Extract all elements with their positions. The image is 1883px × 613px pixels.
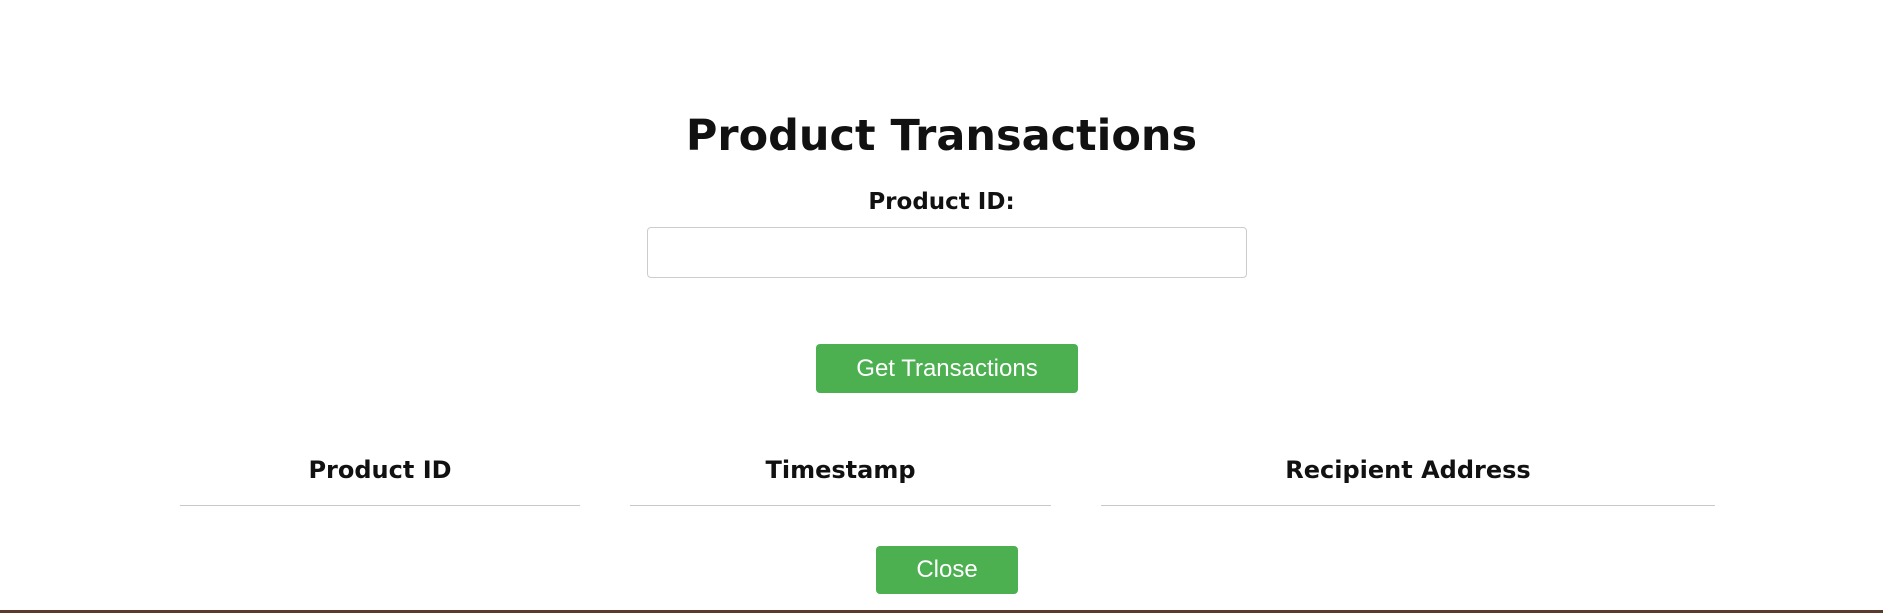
page-title: Product Transactions — [685, 111, 1198, 161]
get-transactions-button[interactable]: Get Transactions — [816, 344, 1078, 393]
close-button[interactable]: Close — [876, 546, 1018, 594]
column-header-recipient-address: Recipient Address — [1101, 453, 1715, 506]
product-id-input[interactable] — [647, 227, 1247, 278]
column-header-product-id: Product ID — [180, 453, 580, 506]
transactions-modal: Product Transactions Product ID: Get Tra… — [0, 0, 1883, 610]
product-id-label: Product ID: — [868, 189, 1015, 215]
column-header-timestamp: Timestamp — [630, 453, 1051, 506]
